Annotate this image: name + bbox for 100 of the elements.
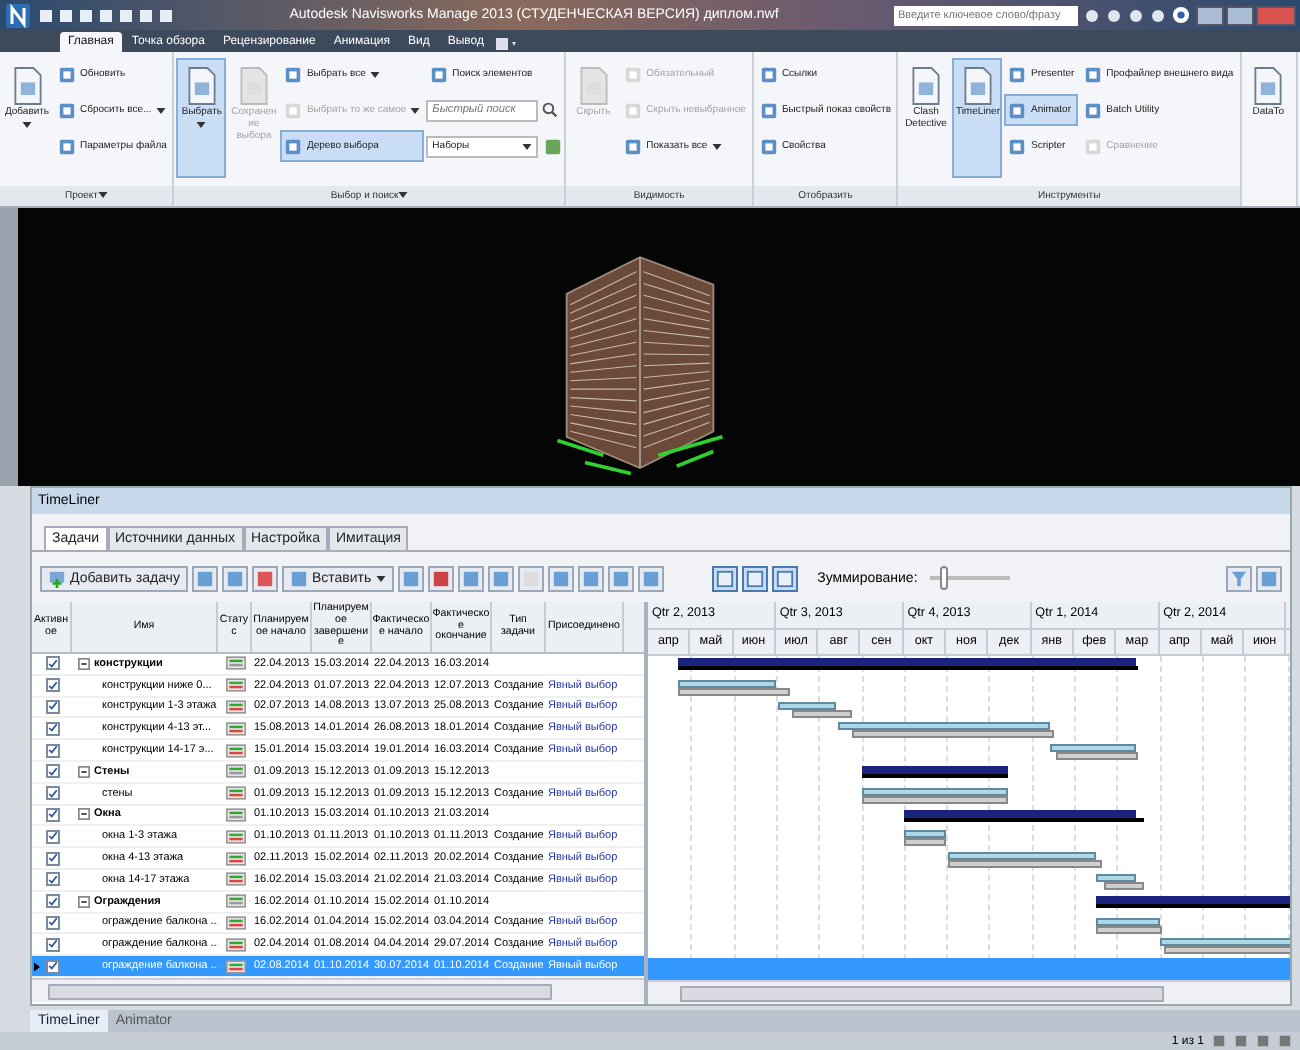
- status-icon: [226, 678, 246, 693]
- square-icon: [775, 569, 794, 587]
- square-icon: [521, 569, 540, 587]
- status-icon: [226, 829, 246, 844]
- square-icon[interactable]: [544, 137, 563, 155]
- toolbar-button[interactable]: [1226, 565, 1252, 591]
- search-icon[interactable]: [542, 102, 559, 118]
- actual-bar[interactable]: [903, 838, 947, 847]
- square-icon: [1084, 101, 1103, 119]
- active-checkbox[interactable]: [46, 872, 60, 887]
- active-checkbox[interactable]: [46, 915, 60, 930]
- status-icon: [226, 851, 246, 866]
- actual-bar[interactable]: [677, 687, 791, 696]
- active-checkbox[interactable]: [46, 807, 60, 822]
- status-icon: [226, 959, 246, 974]
- active-checkbox[interactable]: [46, 764, 60, 779]
- planned-bar[interactable]: [1096, 917, 1160, 926]
- toolbar-button[interactable]: [427, 565, 454, 591]
- scrollbar-thumb[interactable]: [680, 985, 1164, 1002]
- square-icon: [1084, 137, 1103, 155]
- active-checkbox[interactable]: [46, 721, 60, 736]
- square-icon: [745, 569, 764, 587]
- active-checkbox[interactable]: [46, 699, 60, 714]
- square-icon: [461, 569, 480, 587]
- status-icon: [226, 699, 246, 714]
- square-icon: [289, 569, 308, 587]
- square-icon: [641, 569, 660, 587]
- funnel-icon: [1230, 569, 1248, 587]
- toolbar-button[interactable]: [577, 565, 604, 591]
- horizontal-scrollbar[interactable]: [648, 979, 1290, 1004]
- planned-bar[interactable]: [1096, 873, 1136, 882]
- help-icon[interactable]: [1172, 6, 1190, 24]
- square-icon: [1260, 569, 1278, 587]
- active-checkbox[interactable]: [46, 656, 60, 671]
- active-checkbox[interactable]: [46, 937, 60, 952]
- square-icon: [611, 569, 630, 587]
- toolbar-button[interactable]: [251, 565, 278, 591]
- collapse-icon[interactable]: [78, 657, 90, 670]
- actual-bar[interactable]: [947, 860, 1103, 869]
- caret-icon: [522, 143, 533, 149]
- planned-bar[interactable]: [861, 787, 1009, 796]
- planned-bar[interactable]: [947, 852, 1096, 861]
- collapse-icon[interactable]: [78, 895, 90, 908]
- maximize-button[interactable]: [1226, 5, 1254, 25]
- planned-bar[interactable]: [777, 701, 837, 710]
- horizontal-scrollbar[interactable]: [32, 977, 644, 1002]
- actual-bar[interactable]: [792, 709, 852, 718]
- square-icon: [401, 569, 420, 587]
- planned-bar[interactable]: [837, 722, 1050, 731]
- square-icon: [58, 101, 76, 119]
- view-button[interactable]: [741, 565, 768, 591]
- toolbar-button[interactable]: [517, 565, 544, 591]
- actual-bar[interactable]: [1056, 752, 1138, 761]
- close-button[interactable]: [1256, 5, 1296, 25]
- slider-thumb[interactable]: [939, 566, 948, 590]
- caret-icon: [369, 71, 380, 77]
- toolbar-button[interactable]: [637, 565, 664, 591]
- toolbar-button[interactable]: [607, 565, 634, 591]
- view-button[interactable]: [711, 565, 738, 591]
- active-checkbox[interactable]: [46, 959, 60, 974]
- actual-bar[interactable]: [1163, 946, 1290, 955]
- planned-bar[interactable]: [903, 830, 947, 839]
- toolbar-button[interactable]: [1256, 565, 1282, 591]
- actual-bar[interactable]: [1104, 881, 1145, 890]
- caret-icon: [97, 192, 108, 198]
- planned-bar[interactable]: [1160, 938, 1290, 947]
- planned-bar[interactable]: [1050, 744, 1136, 753]
- active-checkbox[interactable]: [46, 786, 60, 801]
- toolbar-button[interactable]: [397, 565, 424, 591]
- active-checkbox[interactable]: [46, 829, 60, 844]
- view-button[interactable]: [771, 565, 798, 591]
- toolbar-button[interactable]: [191, 565, 218, 591]
- collapse-icon[interactable]: [78, 808, 90, 821]
- summary-bar[interactable]: [903, 809, 1136, 818]
- toolbar-button[interactable]: [221, 565, 248, 591]
- active-checkbox[interactable]: [46, 894, 60, 909]
- minimize-button[interactable]: [1196, 5, 1224, 25]
- menu-icon[interactable]: [493, 36, 518, 52]
- toolbar-button[interactable]: [487, 565, 514, 591]
- status-icon: [226, 807, 246, 822]
- square-icon: [430, 65, 449, 83]
- toolbar-button[interactable]: [547, 565, 574, 591]
- 3d-viewport[interactable]: [18, 208, 1300, 486]
- square-icon: [1008, 137, 1027, 155]
- scrollbar-thumb[interactable]: [48, 983, 552, 1000]
- collapse-icon[interactable]: [78, 765, 90, 778]
- square-icon: [624, 65, 643, 83]
- planned-bar[interactable]: [677, 679, 776, 688]
- active-checkbox[interactable]: [46, 678, 60, 693]
- row-pointer-icon: [34, 961, 40, 972]
- app-logo-icon[interactable]: [4, 1, 32, 29]
- caret-icon: [196, 121, 207, 128]
- square-icon: [225, 569, 244, 587]
- summary-bar[interactable]: [861, 765, 1009, 774]
- active-checkbox[interactable]: [46, 851, 60, 866]
- active-checkbox[interactable]: [46, 743, 60, 758]
- toolbar-button[interactable]: [457, 565, 484, 591]
- actual-bar[interactable]: [1095, 925, 1162, 934]
- square-icon: [1084, 65, 1103, 83]
- actual-bar[interactable]: [852, 730, 1055, 739]
